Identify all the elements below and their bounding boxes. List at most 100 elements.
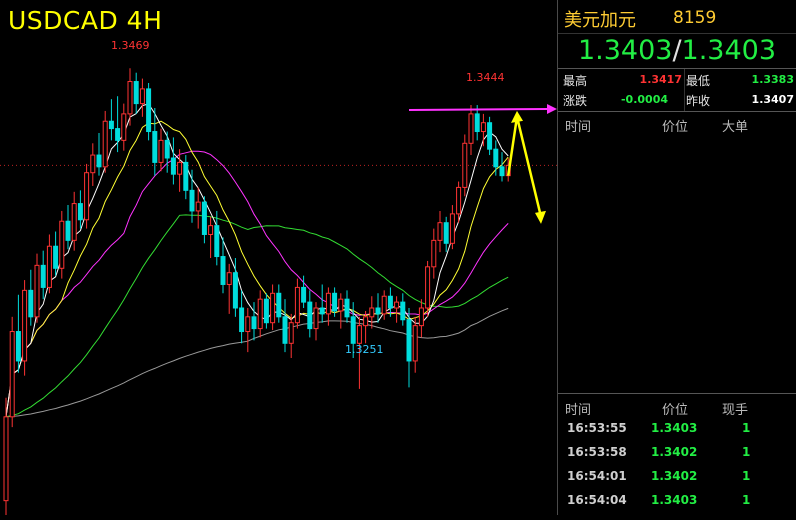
candle-body [294, 286, 300, 324]
ma-line-20 [5, 150, 509, 417]
low-label: 最低 [686, 74, 711, 88]
price-stats: 最高 1.3417 涨跌 -0.0004 最低 1.3383 昨收 1.3407 [558, 69, 796, 112]
candlestick-chart[interactable]: USDCAD 4H 1.3469 1.3444 1.3251 [0, 0, 557, 516]
candle-body [146, 88, 152, 133]
yellow-arrow-down-head [535, 210, 546, 224]
candle-body [394, 301, 400, 309]
tick-row: 16:54:04 1.3403 1 [558, 493, 796, 517]
candle-body [332, 292, 338, 312]
candle-body [387, 295, 393, 309]
yellow-arrow-up-head [511, 110, 523, 123]
candle-body [170, 157, 176, 175]
tick-time: 16:54:04 [567, 493, 627, 507]
candle-body [301, 286, 307, 303]
candle-body [40, 264, 46, 288]
yellow-projection-path [506, 116, 543, 218]
candle-body [9, 331, 15, 418]
candle-body [338, 298, 344, 312]
candle-body [164, 139, 170, 159]
candle-body [15, 331, 21, 362]
symbol-title: USDCAD 4H [8, 6, 163, 35]
candle-body [468, 113, 474, 144]
tick-list[interactable]: 时间 价位 现手 16:53:55 1.3403 1 16:53:58 1.34… [558, 393, 796, 516]
candle-body [288, 322, 294, 344]
candle-body [270, 292, 276, 324]
candle-body [319, 307, 325, 315]
candle-body [276, 292, 282, 318]
high-label: 最高 [563, 74, 588, 88]
candle-body [3, 416, 9, 502]
big-orders-list[interactable]: 时间 价位 大单 [558, 110, 796, 393]
candle-body [226, 272, 232, 285]
candle-body [158, 139, 164, 163]
ticks-time-header: 时间 [565, 403, 592, 418]
candle-body [90, 154, 96, 174]
candle-body [127, 81, 133, 115]
candle-body [84, 172, 90, 221]
candle-body [363, 316, 369, 327]
tick-volume: 1 [742, 469, 751, 483]
candle-body [325, 292, 331, 315]
candle-body [220, 256, 226, 285]
candle-body [462, 142, 468, 188]
candle-body [239, 307, 245, 333]
candle-body [195, 201, 201, 212]
candle-body [282, 316, 288, 344]
candle-body [443, 222, 449, 244]
magenta-arrow-head [547, 103, 557, 114]
change-value: -0.0004 [620, 93, 668, 106]
candle-body [437, 222, 443, 241]
candle-body [77, 203, 83, 221]
big-orders-price-header: 价位 [662, 120, 689, 135]
candle-body [208, 225, 214, 235]
candle-body [263, 298, 269, 324]
change-label: 涨跌 [563, 94, 588, 108]
candle-body [214, 225, 220, 258]
candle-body [474, 113, 480, 133]
candle-body [121, 113, 127, 141]
candle-body [183, 161, 189, 191]
tick-volume: 1 [742, 493, 751, 507]
candle-body [71, 203, 77, 241]
candle-body [28, 289, 34, 318]
candle-body [418, 307, 424, 327]
candle-body [425, 266, 431, 309]
candle-body [115, 128, 121, 141]
quote-separator: / [672, 35, 682, 66]
candle-body [251, 316, 257, 330]
tick-price: 1.3403 [651, 493, 698, 507]
tick-time: 16:53:55 [567, 421, 627, 435]
stats-divider [684, 69, 685, 111]
ticks-price-header: 价位 [662, 403, 689, 418]
candle-body [232, 272, 238, 309]
tick-volume: 1 [742, 421, 751, 435]
tick-price: 1.3403 [651, 421, 698, 435]
magenta-trend-arrow [408, 107, 549, 111]
candle-body [245, 316, 251, 333]
bid-price: 1.3403 [577, 35, 673, 66]
annotation-low-label: 1.3251 [345, 343, 384, 356]
candle-body [356, 325, 362, 344]
candle-body [350, 316, 356, 344]
candle-body [344, 298, 350, 318]
candle-body [133, 81, 139, 105]
tick-row: 16:53:55 1.3403 1 [558, 421, 796, 445]
candle-body [201, 201, 207, 235]
ma-line-120 [5, 307, 509, 418]
tick-row: 16:53:58 1.3402 1 [558, 445, 796, 469]
candle-body [139, 88, 145, 105]
tick-price: 1.3402 [651, 445, 698, 459]
pair-code: 8159 [673, 8, 717, 28]
candle-body [375, 307, 381, 315]
ask-price: 1.3403 [681, 35, 777, 66]
candle-body [431, 239, 437, 268]
candle-body [313, 307, 319, 330]
big-orders-time-header: 时间 [565, 120, 592, 135]
candle-body [381, 295, 387, 315]
candle-body [369, 307, 375, 318]
bid-ask-quote: 1.3403/1.3403 [558, 34, 796, 69]
candle-body [96, 154, 102, 168]
candle-body [102, 120, 108, 168]
tick-row: 16:54:01 1.3402 1 [558, 469, 796, 493]
candle-body [449, 213, 455, 244]
